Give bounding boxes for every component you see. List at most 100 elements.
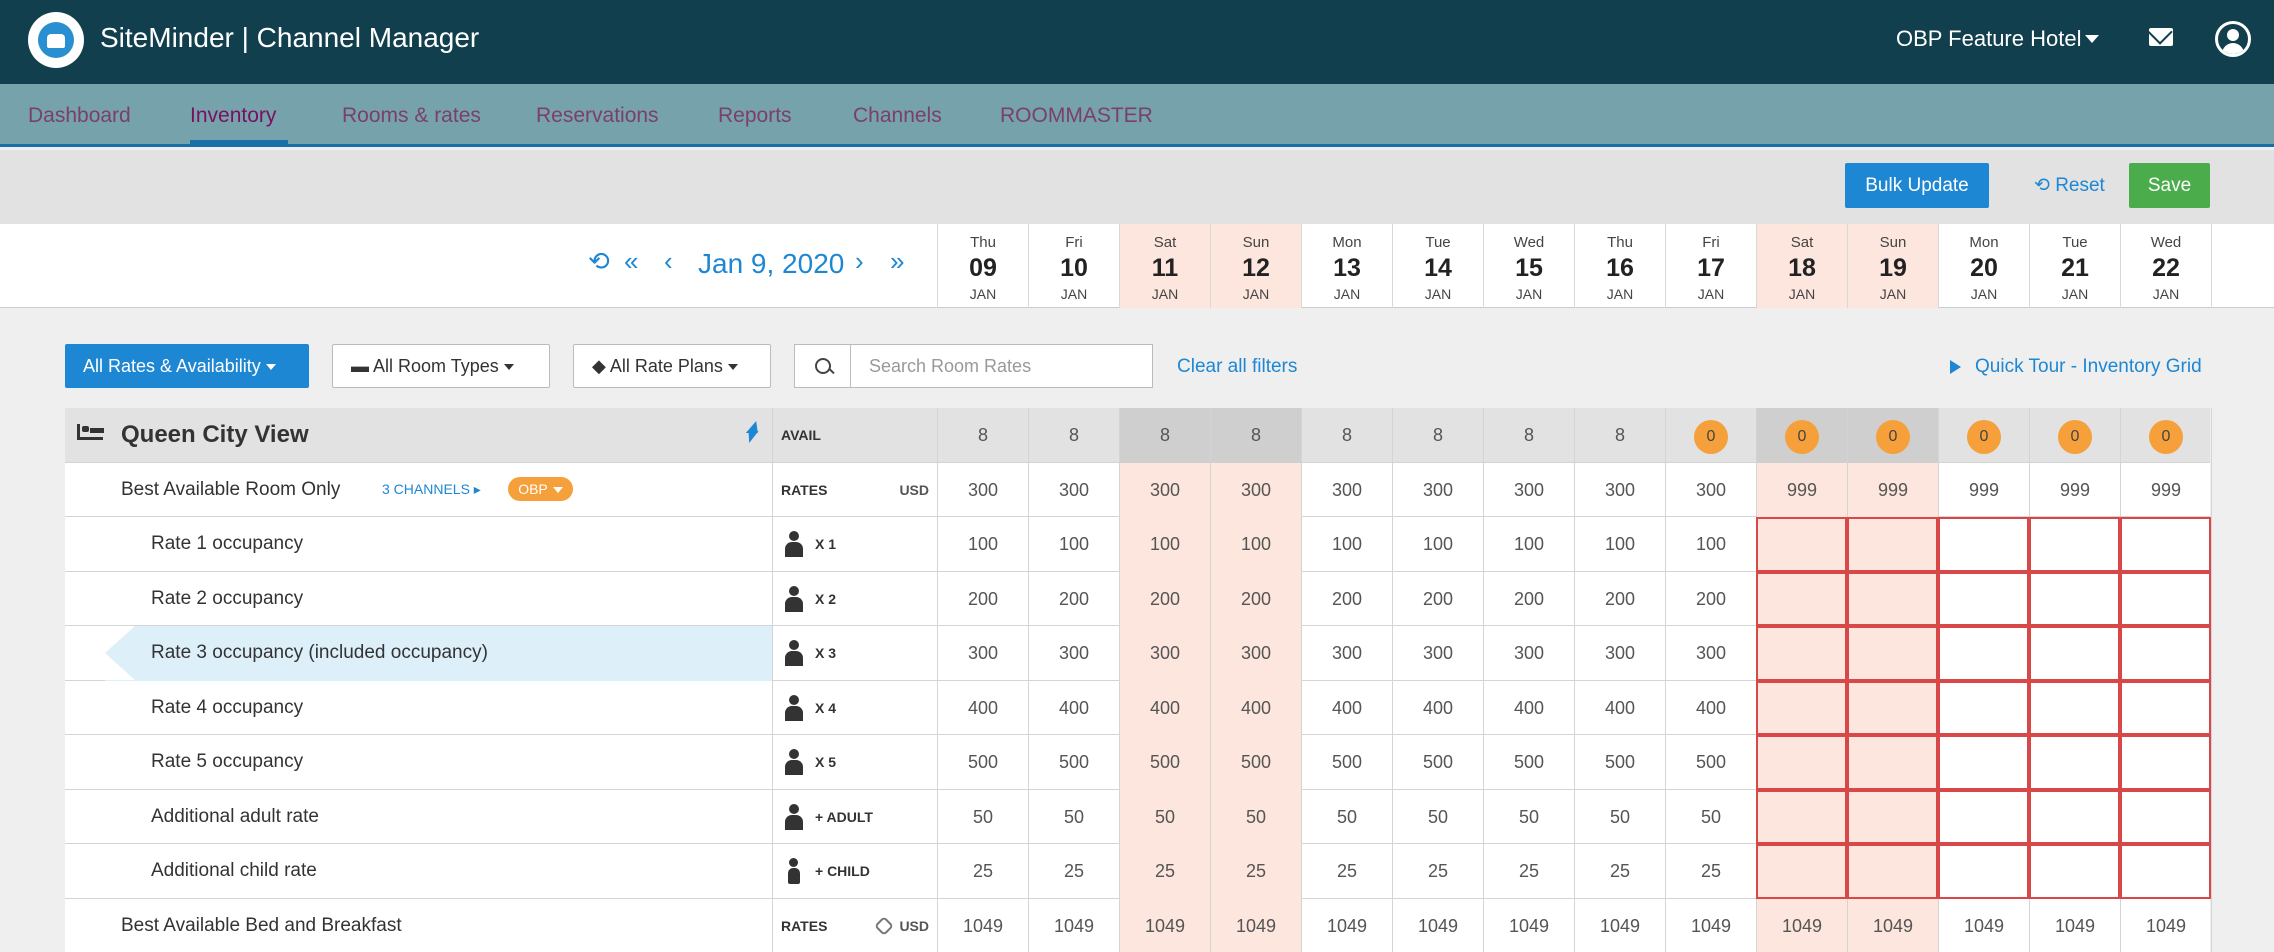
channels-link[interactable]: 3 CHANNELS ▸ [382,481,481,498]
occupancy-name[interactable]: Rate 3 occupancy (included occupancy) [151,642,488,664]
grid-cell[interactable]: 500 [1301,735,1392,790]
empty-rate-cell[interactable] [2120,789,2211,844]
nav-rooms-rates[interactable]: Rooms & rates [342,104,481,128]
grid-cell[interactable]: 1049 [1847,898,1938,952]
grid-cell[interactable]: 300 [1028,462,1119,517]
grid-cell[interactable]: 400 [1665,680,1756,735]
empty-rate-cell[interactable] [1847,626,1938,681]
grid-cell[interactable]: 0 [2029,408,2120,463]
grid-cell[interactable]: 1049 [1392,898,1483,952]
siteminder-logo-icon[interactable] [28,12,84,68]
grid-cell[interactable]: 8 [937,408,1028,463]
grid-cell[interactable]: 50 [937,789,1028,844]
empty-rate-cell[interactable] [1938,626,2029,681]
grid-cell[interactable]: 200 [1483,571,1574,626]
grid-cell[interactable]: 300 [1665,462,1756,517]
empty-rate-cell[interactable] [2120,735,2211,790]
refresh-date-icon[interactable]: ⟲ [588,246,610,277]
grid-cell[interactable]: 8 [1210,408,1301,463]
empty-rate-cell[interactable] [1847,844,1938,899]
grid-cell[interactable]: 999 [1756,462,1847,517]
occupancy-name[interactable]: Rate 5 occupancy [151,751,303,773]
empty-rate-cell[interactable] [1847,517,1938,572]
grid-cell[interactable]: 500 [937,735,1028,790]
grid-cell[interactable]: 1049 [1210,898,1301,952]
grid-cell[interactable]: 100 [1210,517,1301,572]
grid-cell[interactable]: 0 [1665,408,1756,463]
empty-rate-cell[interactable] [2029,735,2120,790]
mail-icon[interactable] [2149,28,2173,46]
grid-cell[interactable]: 0 [1756,408,1847,463]
grid-cell[interactable]: 400 [1301,680,1392,735]
empty-rate-cell[interactable] [1938,680,2029,735]
nav-roommaster[interactable]: ROOMMASTER [1000,104,1153,128]
search-input[interactable] [850,344,1153,388]
bulk-update-button[interactable]: Bulk Update [1845,163,1989,208]
empty-rate-cell[interactable] [2029,789,2120,844]
grid-cell[interactable]: 500 [1028,735,1119,790]
grid-cell[interactable]: 1049 [1756,898,1847,952]
reset-button[interactable]: ⟲ Reset [2034,174,2105,197]
empty-rate-cell[interactable] [2120,571,2211,626]
grid-cell[interactable]: 300 [1301,462,1392,517]
grid-cell[interactable]: 8 [1119,408,1210,463]
rate-plan-name[interactable]: Best Available Room Only [121,479,340,501]
occupancy-name[interactable]: Additional adult rate [151,806,319,828]
empty-rate-cell[interactable] [2120,680,2211,735]
grid-cell[interactable]: 25 [1392,844,1483,899]
grid-cell[interactable]: 999 [1938,462,2029,517]
grid-cell[interactable]: 25 [1119,844,1210,899]
grid-cell[interactable]: 500 [1210,735,1301,790]
grid-cell[interactable]: 50 [1392,789,1483,844]
grid-cell[interactable]: 50 [1483,789,1574,844]
occupancy-name[interactable]: Additional child rate [151,860,317,882]
grid-cell[interactable]: 400 [1119,680,1210,735]
nav-dashboard[interactable]: Dashboard [28,104,131,128]
current-date[interactable]: Jan 9, 2020 [698,248,844,280]
save-button[interactable]: Save [2129,163,2210,208]
empty-rate-cell[interactable] [2029,680,2120,735]
empty-rate-cell[interactable] [2029,517,2120,572]
grid-cell[interactable]: 0 [1847,408,1938,463]
grid-cell[interactable]: 100 [1665,517,1756,572]
user-account-icon[interactable] [2215,21,2251,57]
grid-cell[interactable]: 300 [1392,462,1483,517]
empty-rate-cell[interactable] [1847,735,1938,790]
grid-cell[interactable]: 50 [1301,789,1392,844]
grid-cell[interactable]: 1049 [1483,898,1574,952]
empty-rate-cell[interactable] [1847,680,1938,735]
grid-cell[interactable]: 999 [2029,462,2120,517]
quick-tour-link[interactable]: Quick Tour - Inventory Grid [1950,356,2202,378]
grid-cell[interactable]: 300 [1119,462,1210,517]
empty-rate-cell[interactable] [2029,571,2120,626]
obp-badge[interactable]: OBP [508,476,573,501]
empty-rate-cell[interactable] [1756,789,1847,844]
chevron-left-icon[interactable]: ‹ [664,246,673,277]
grid-cell[interactable]: 300 [1119,626,1210,681]
grid-cell[interactable]: 100 [1028,517,1119,572]
grid-cell[interactable]: 300 [1028,626,1119,681]
grid-cell[interactable]: 400 [1574,680,1665,735]
grid-cell[interactable]: 100 [1392,517,1483,572]
grid-cell[interactable]: 300 [1574,462,1665,517]
nav-channels[interactable]: Channels [853,104,942,128]
grid-cell[interactable]: 300 [1665,626,1756,681]
grid-cell[interactable]: 8 [1392,408,1483,463]
grid-cell[interactable]: 100 [1301,517,1392,572]
empty-rate-cell[interactable] [1938,844,2029,899]
grid-cell[interactable]: 1049 [2120,898,2211,952]
search-icon[interactable] [794,344,850,388]
grid-cell[interactable]: 400 [1392,680,1483,735]
grid-cell[interactable]: 400 [937,680,1028,735]
grid-cell[interactable]: 100 [1574,517,1665,572]
grid-cell[interactable]: 300 [937,626,1028,681]
grid-cell[interactable]: 500 [1574,735,1665,790]
grid-cell[interactable]: 1049 [937,898,1028,952]
grid-cell[interactable]: 300 [1574,626,1665,681]
grid-cell[interactable]: 300 [1210,462,1301,517]
grid-cell[interactable]: 200 [1665,571,1756,626]
grid-cell[interactable]: 999 [2120,462,2211,517]
grid-cell[interactable]: 100 [937,517,1028,572]
room-types-filter[interactable]: ▬ All Room Types [332,344,550,388]
grid-cell[interactable]: 8 [1574,408,1665,463]
